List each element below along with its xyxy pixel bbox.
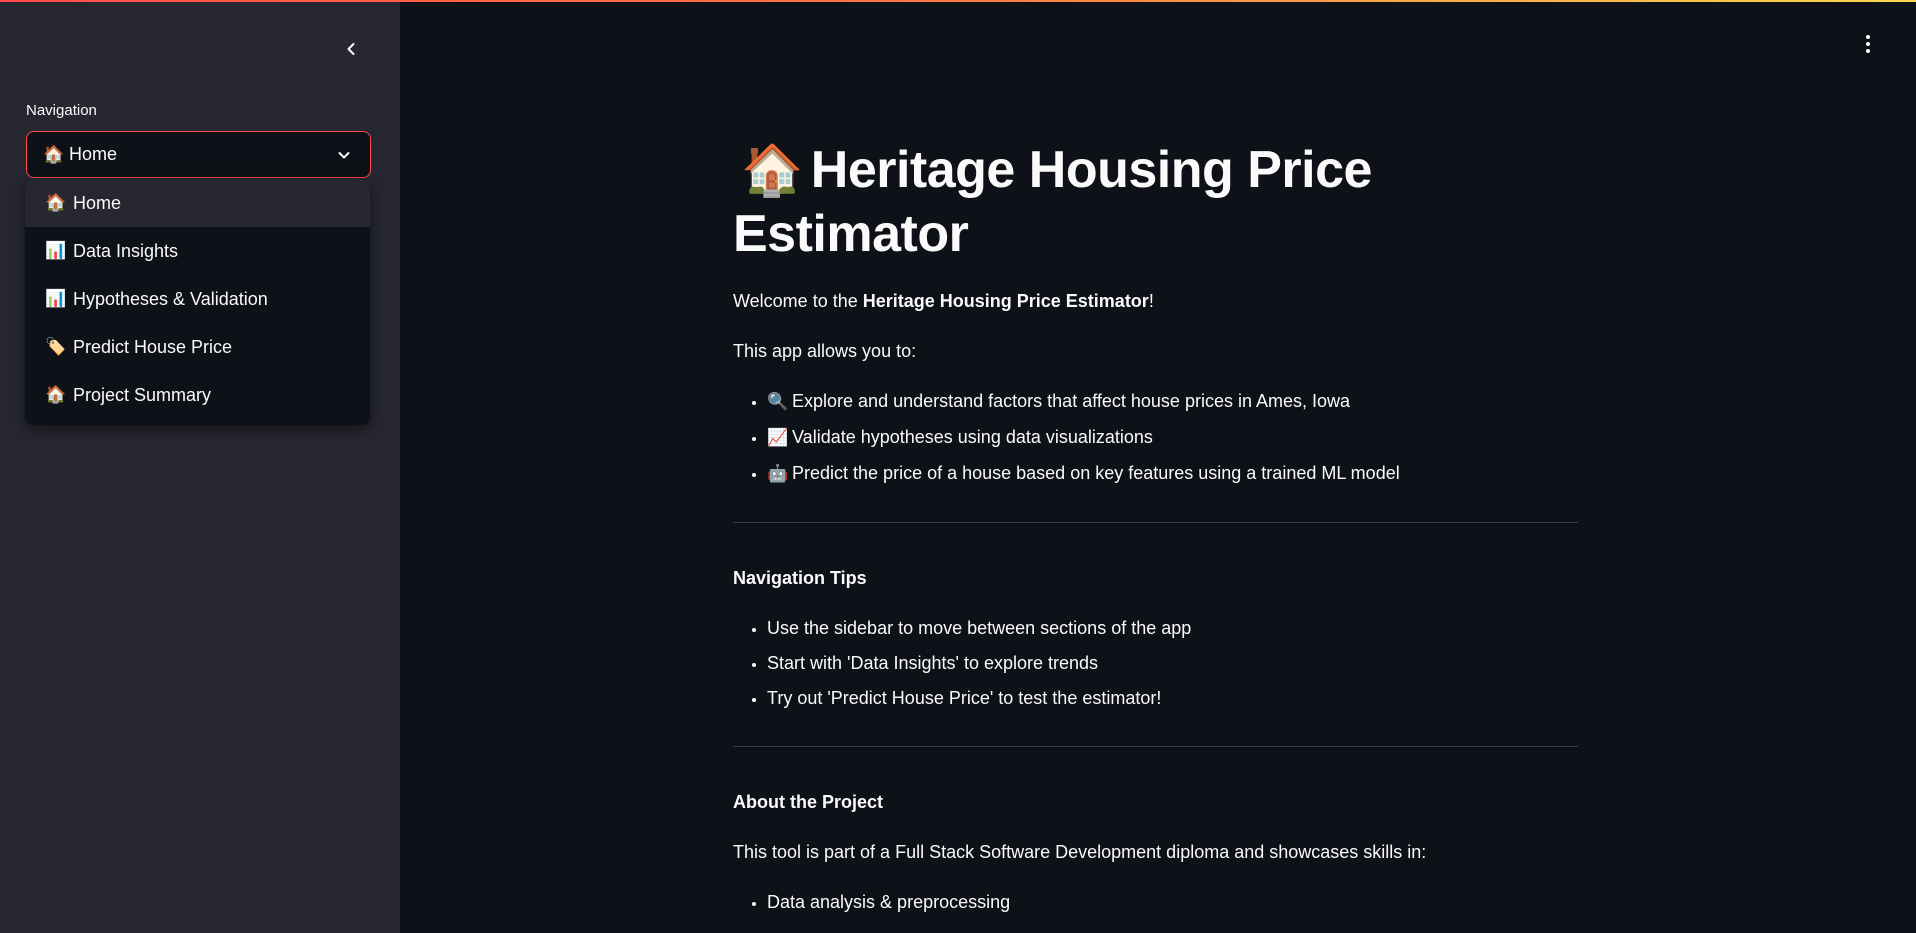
list-item: Try out 'Predict House Price' to test th…	[767, 685, 1578, 711]
list-item: 📈 Validate hypotheses using data visuali…	[767, 424, 1578, 451]
divider	[733, 522, 1578, 523]
dropdown-option-data-insights[interactable]: 📊 Data Insights	[25, 227, 370, 275]
option-label: Data Insights	[73, 240, 179, 261]
navigation-dropdown: 🏠 Home 📊 Data Insights 📊 Hypotheses & Va…	[25, 179, 370, 425]
top-decoration-bar	[0, 0, 1916, 2]
dropdown-option-predict[interactable]: 🏷️ Predict House Price	[25, 323, 370, 371]
chevron-left-icon	[347, 43, 355, 55]
page-title: 🏠 Heritage Housing Price Estimator	[733, 138, 1578, 266]
option-label: Project Summary	[73, 384, 212, 405]
navigation-tips-list: Use the sidebar to move between sections…	[733, 615, 1578, 711]
feature-text: Predict the price of a house based on ke…	[792, 463, 1400, 483]
chart-increasing-icon: 📈	[767, 428, 789, 447]
feature-text: Explore and understand factors that affe…	[792, 391, 1351, 411]
navigation-select[interactable]: 🏠 Home	[26, 131, 371, 178]
about-text: This tool is part of a Full Stack Softwa…	[733, 842, 1427, 862]
about-heading: About the Project	[733, 792, 884, 812]
list-item: Use the sidebar to move between sections…	[767, 615, 1578, 641]
sidebar: Navigation 🏠 Home 🏠 Home 📊 Data Insights…	[0, 0, 400, 933]
house-icon: 🏠	[741, 142, 803, 198]
welcome-text: Welcome to the Heritage Housing Price Es…	[733, 288, 1578, 314]
navigation-label: Navigation	[26, 102, 97, 119]
list-item: Start with 'Data Insights' to explore tr…	[767, 650, 1578, 676]
welcome-suffix: !	[1148, 291, 1154, 311]
list-item: Data analysis & preprocessing	[767, 889, 1578, 915]
page-body: 🏠 Heritage Housing Price Estimator Welcom…	[733, 138, 1578, 924]
robot-icon: 🤖	[767, 464, 789, 483]
welcome-prefix: Welcome to the	[733, 291, 863, 311]
skills-list: Data analysis & preprocessing	[733, 889, 1578, 915]
main-menu-button[interactable]	[1858, 32, 1878, 56]
price-tag-icon: 🏷️	[45, 337, 67, 356]
collapse-sidebar-button[interactable]	[338, 36, 364, 62]
option-label: Hypotheses & Validation	[73, 288, 268, 309]
divider	[733, 746, 1578, 747]
option-label: Predict House Price	[73, 336, 233, 357]
bar-chart-icon: 📊	[45, 289, 67, 308]
dot	[1866, 35, 1870, 39]
bar-chart-icon: 📊	[45, 241, 67, 260]
dropdown-option-hypotheses[interactable]: 📊 Hypotheses & Validation	[25, 275, 370, 323]
house-icon: 🏠	[45, 385, 67, 404]
option-label: Home	[73, 192, 122, 213]
house-icon: 🏠	[43, 144, 65, 164]
chevron-down-icon[interactable]	[334, 145, 354, 165]
main-content: 🏠 Heritage Housing Price Estimator Welcom…	[400, 0, 1916, 933]
dot	[1866, 49, 1870, 53]
features-list: 🔍 Explore and understand factors that af…	[733, 388, 1578, 487]
allows-text: This app allows you to:	[733, 341, 917, 361]
page-title-text: Heritage Housing Price Estimator	[733, 141, 1372, 263]
dropdown-option-home[interactable]: 🏠 Home	[25, 179, 370, 227]
navigation-tips-heading: Navigation Tips	[733, 568, 867, 588]
list-item: 🔍 Explore and understand factors that af…	[767, 388, 1578, 415]
dot	[1866, 42, 1870, 46]
welcome-bold: Heritage Housing Price Estimator	[862, 291, 1149, 311]
house-icon: 🏠	[45, 193, 67, 212]
select-value: Home	[69, 144, 118, 164]
list-item: 🤖 Predict the price of a house based on …	[767, 460, 1578, 487]
magnifier-icon: 🔍	[767, 392, 789, 411]
dropdown-option-project-summary[interactable]: 🏠 Project Summary	[25, 371, 370, 419]
feature-text: Validate hypotheses using data visualiza…	[792, 427, 1153, 447]
